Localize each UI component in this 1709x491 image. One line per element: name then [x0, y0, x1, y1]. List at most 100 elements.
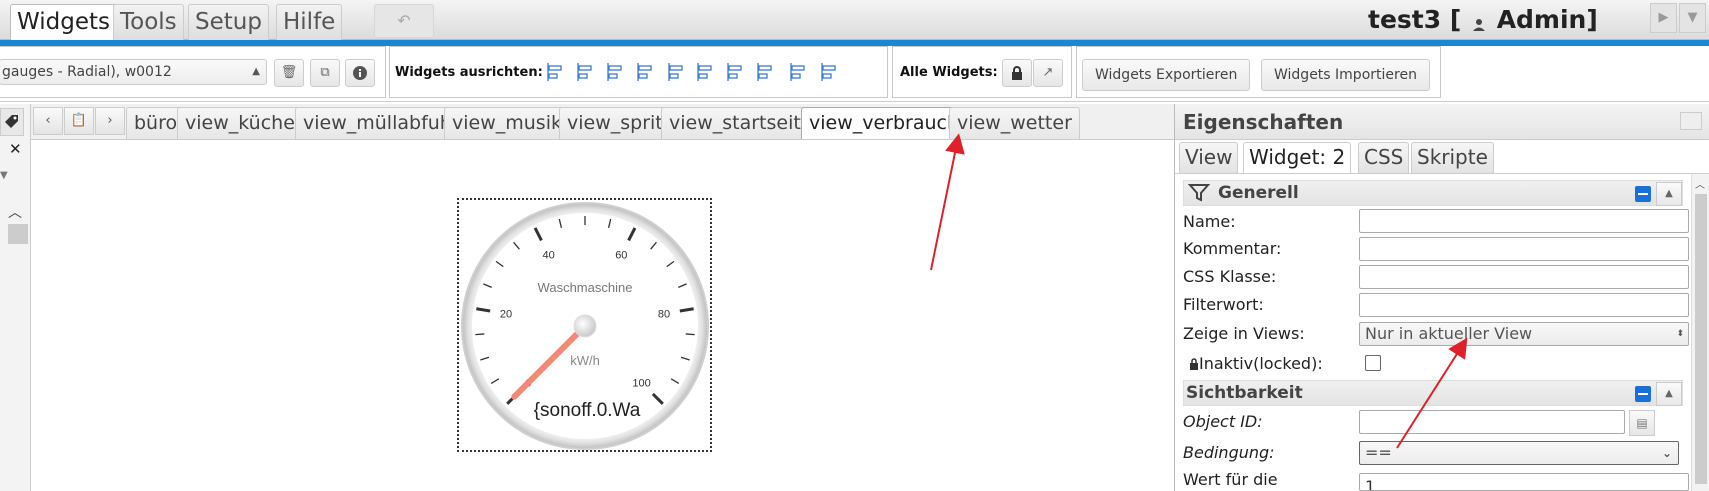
info-icon[interactable] [345, 59, 375, 87]
tab-widget[interactable]: Widget: 2 [1243, 142, 1352, 173]
filter-label: Filterwort: [1183, 295, 1264, 314]
user-name: Admin] [1496, 5, 1598, 34]
scrollbar-thumb[interactable] [8, 224, 28, 244]
gauge-tick-label: 100 [632, 378, 650, 390]
dropdown-icon[interactable]: ▼ [1679, 3, 1706, 33]
properties-title: Eigenschaften [1183, 110, 1344, 134]
locked-row: Inaktiv(locked): [1189, 353, 1323, 375]
align-bottom-icon[interactable] [635, 60, 657, 84]
align-label: Widgets ausrichten: [395, 65, 543, 80]
gauge-value: {sonoff.0.Wa [534, 400, 641, 421]
section-general[interactable]: Generell ▲ [1183, 180, 1683, 206]
value-for-field[interactable]: 1 [1359, 473, 1689, 491]
lock-icon[interactable] [1002, 59, 1032, 87]
distribute-v-icon[interactable] [755, 60, 777, 84]
tabs-divider [1175, 173, 1709, 174]
widget-select[interactable]: gauges - Radial), w0012 ▲ [0, 59, 267, 85]
properties-header: Eigenschaften [1175, 104, 1709, 140]
collapse-icon[interactable] [1635, 186, 1651, 202]
scrollbar-thumb[interactable] [1695, 194, 1707, 484]
widget-group: gauges - Radial), w0012 ▲ 🗑 ⧉ [0, 46, 386, 98]
all-widgets-group: Alle Widgets: ↗ [892, 46, 1072, 98]
filter-field[interactable] [1359, 293, 1689, 317]
gauge-tick-label: 20 [500, 308, 512, 320]
gauge-unit: kW/h [570, 353, 600, 368]
align-left-icon[interactable] [545, 60, 567, 84]
scroll-up-icon[interactable]: ︿ [1695, 176, 1705, 191]
gauge-minor-tick [475, 333, 485, 336]
align-right-icon[interactable] [575, 60, 597, 84]
show-in-views-select[interactable]: Nur in aktueller View ⬍ [1359, 322, 1689, 346]
widget-select-value: gauges - Radial), w0012 [2, 64, 172, 80]
project-name: test3 [ [1368, 5, 1470, 34]
chevron-up-icon[interactable]: ▲ [1656, 182, 1682, 206]
align-center-h-icon[interactable] [695, 60, 717, 84]
gauge-title: Waschmaschine [538, 280, 633, 295]
locked-label: Inaktiv(locked): [1199, 354, 1323, 373]
object-browser-icon[interactable]: ▤ [1629, 410, 1655, 436]
view-tab[interactable]: view_wetter [949, 107, 1080, 139]
view-tab[interactable]: view_sprit [559, 107, 671, 139]
gauge-tick-label: 80 [658, 308, 670, 320]
import-button[interactable]: Widgets Importieren [1261, 59, 1430, 91]
tab-css[interactable]: CSS [1358, 142, 1410, 173]
comment-label: Kommentar: [1183, 239, 1282, 258]
same-height-icon[interactable] [819, 60, 841, 84]
filter-icon [1188, 184, 1210, 202]
tag-icon[interactable] [0, 108, 24, 136]
comment-field[interactable] [1359, 237, 1689, 261]
view-tab[interactable]: view_müllabfuhr [295, 107, 468, 139]
css-class-field[interactable] [1359, 265, 1689, 289]
tab-scripts[interactable]: Skripte [1411, 142, 1494, 173]
align-center-v-icon[interactable] [666, 60, 688, 84]
undo-icon[interactable]: ↶ [374, 4, 434, 38]
chevron-updown-icon: ▲ [252, 66, 260, 77]
play-icon[interactable]: ▶ [1650, 3, 1677, 33]
name-field[interactable] [1359, 209, 1689, 233]
chevron-left-icon[interactable]: ‹ [33, 107, 63, 135]
gauge-tick-label: 60 [615, 250, 627, 262]
view-tab[interactable]: view_musik [444, 107, 570, 139]
export-button[interactable]: Widgets Exportieren [1082, 59, 1251, 91]
menu-tab-tools[interactable]: Tools [113, 4, 184, 40]
tab-view[interactable]: View [1179, 142, 1239, 173]
collapse-icon[interactable] [1635, 386, 1651, 402]
properties-scrollbar[interactable]: ︿ [1691, 174, 1709, 491]
export-group: Widgets Exportieren Widgets Importieren [1076, 46, 1441, 98]
gauge-widget[interactable]: 020406080100 Waschmaschine kW/h {sonoff.… [457, 198, 712, 452]
css-class-label: CSS Klasse: [1183, 267, 1277, 286]
chevron-down-icon[interactable]: ▼ [0, 170, 8, 181]
align-top-icon[interactable] [605, 60, 627, 84]
condition-label: Bedingung: [1183, 443, 1275, 462]
section-visibility[interactable]: Sichtbarkeit ▲ [1183, 380, 1683, 406]
menu-tab-setup[interactable]: Setup [188, 4, 269, 40]
name-label: Name: [1183, 212, 1236, 231]
delete-icon[interactable]: 🗑 [274, 59, 304, 87]
chevron-right-icon[interactable]: › [95, 107, 125, 135]
show-in-views-value: Nur in aktueller View [1365, 324, 1533, 343]
section-general-title: Generell [1218, 183, 1299, 203]
clipboard-icon[interactable]: 📋 [64, 107, 94, 135]
condition-value: == [1365, 443, 1392, 462]
copy-icon[interactable]: ⧉ [310, 59, 340, 87]
view-tab[interactable]: view_küche [177, 107, 303, 139]
locked-checkbox[interactable] [1365, 355, 1381, 371]
menu-tab-hilfe[interactable]: Hilfe [276, 4, 343, 40]
close-icon[interactable]: ✕ [9, 140, 22, 158]
menu-tab-widgets[interactable]: Widgets [10, 4, 117, 40]
chevron-up-icon[interactable]: ▲ [1656, 382, 1682, 406]
external-link-icon[interactable]: ↗ [1033, 59, 1063, 87]
view-tab[interactable]: view_startseite [661, 107, 821, 139]
distribute-h-icon[interactable] [725, 60, 747, 84]
same-width-icon[interactable] [788, 60, 810, 84]
user-icon [1470, 10, 1488, 32]
view-tab[interactable]: view_verbrauch [801, 107, 968, 139]
condition-select[interactable]: == ⌄ [1359, 441, 1679, 465]
panel-menu-icon[interactable] [1680, 112, 1702, 130]
scroll-up-icon[interactable]: ︿ [8, 202, 28, 226]
all-widgets-label: Alle Widgets: [900, 65, 998, 80]
chevron-down-icon: ⌄ [1661, 446, 1672, 460]
show-in-views-label: Zeige in Views: [1183, 324, 1305, 343]
object-id-field[interactable] [1359, 410, 1625, 434]
left-sidebar: ✕ ▼ ︿ [0, 104, 31, 491]
